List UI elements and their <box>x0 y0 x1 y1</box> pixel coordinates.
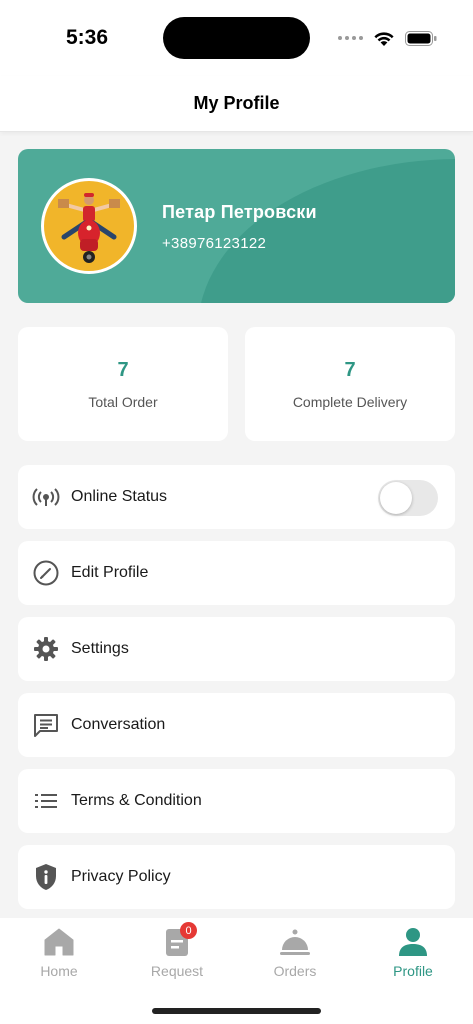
chat-icon <box>31 710 61 740</box>
nav-home-label: Home <box>40 963 78 979</box>
page-title: My Profile <box>193 93 280 113</box>
stat-total-order: 7 Total Order <box>18 327 228 441</box>
status-icons <box>338 28 437 48</box>
battery-icon <box>405 30 437 46</box>
shield-info-icon <box>31 862 61 892</box>
edit-circle-icon <box>31 558 61 588</box>
broadcast-icon <box>31 482 61 512</box>
gear-icon <box>31 634 61 664</box>
nav-orders-label: Orders <box>273 963 317 979</box>
nav-request[interactable]: 0 Request <box>118 922 236 979</box>
menu-conversation[interactable]: Conversation <box>18 693 455 757</box>
request-badge: 0 <box>180 922 197 939</box>
nav-profile-label: Profile <box>393 963 433 979</box>
app-header: My Profile <box>0 76 473 132</box>
avatar[interactable] <box>41 178 137 274</box>
menu-edit-profile-label: Edit Profile <box>71 564 149 581</box>
nav-home[interactable]: Home <box>0 926 118 979</box>
list-icon <box>31 786 61 816</box>
menu-online-status: Online Status <box>18 465 455 529</box>
profile-name: Петар Петровски <box>162 202 317 222</box>
stat-complete-delivery: 7 Complete Delivery <box>245 327 455 441</box>
dynamic-island <box>163 17 310 59</box>
stat-complete-delivery-label: Complete Delivery <box>292 393 408 410</box>
nav-request-label: Request <box>150 963 204 979</box>
cloche-icon <box>279 926 311 958</box>
status-time: 5:36 <box>66 26 109 49</box>
person-icon <box>397 926 429 958</box>
menu-edit-profile[interactable]: Edit Profile <box>18 541 455 605</box>
menu-settings[interactable]: Settings <box>18 617 455 681</box>
document-icon: 0 <box>161 922 197 958</box>
home-icon <box>43 926 75 958</box>
delivery-scooter-illustration <box>58 193 120 263</box>
nav-profile[interactable]: Profile <box>354 926 472 979</box>
stat-total-order-value: 7 <box>117 358 129 381</box>
toggle-knob <box>380 482 412 514</box>
nav-orders[interactable]: Orders <box>236 926 354 979</box>
menu-terms-label: Terms & Condition <box>71 792 202 809</box>
profile-card: Петар Петровски +38976123122 <box>18 149 455 303</box>
home-indicator[interactable] <box>152 1008 321 1014</box>
wifi-icon <box>374 31 394 46</box>
card-wave-decoration <box>198 159 455 303</box>
menu-terms[interactable]: Terms & Condition <box>18 769 455 833</box>
menu-privacy-policy-label: Privacy Policy <box>71 868 171 885</box>
menu-online-status-label: Online Status <box>71 488 168 505</box>
profile-phone: +38976123122 <box>162 235 267 252</box>
menu-settings-label: Settings <box>71 640 129 657</box>
cellular-signal-icon <box>338 36 363 40</box>
status-bar: 5:36 <box>0 0 473 76</box>
online-status-toggle[interactable] <box>378 480 438 516</box>
menu-conversation-label: Conversation <box>71 716 166 733</box>
stat-total-order-label: Total Order <box>88 393 158 410</box>
menu-privacy-policy[interactable]: Privacy Policy <box>18 845 455 909</box>
stat-complete-delivery-value: 7 <box>344 358 356 381</box>
